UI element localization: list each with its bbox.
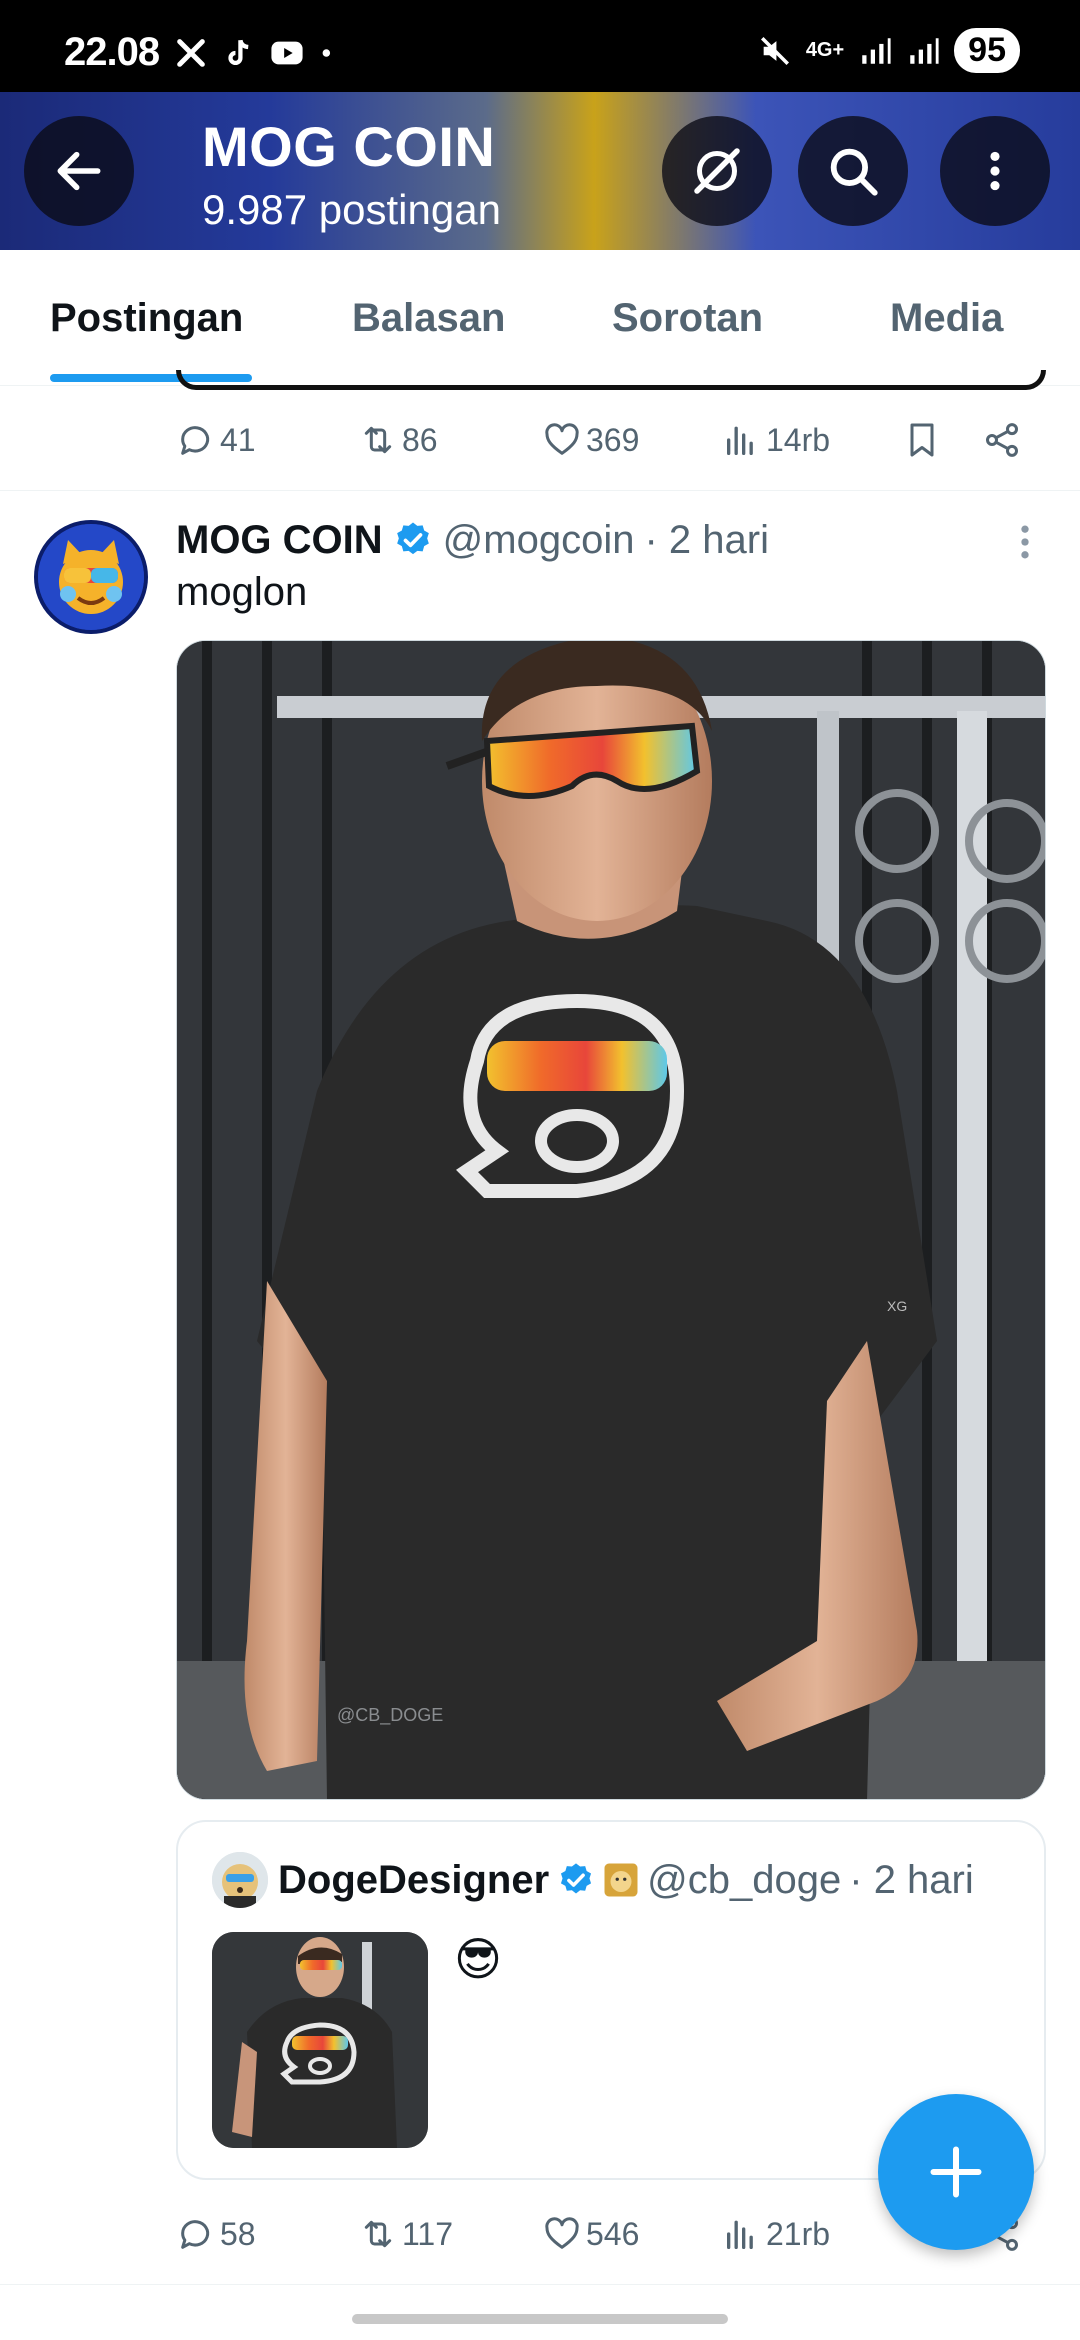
quote-thumbnail[interactable]	[212, 1932, 428, 2148]
views-chart-icon	[727, 426, 753, 455]
reply-icon	[181, 426, 210, 455]
views-button[interactable]: 14rb	[722, 410, 830, 470]
post-author-handle[interactable]: @mogcoin	[443, 518, 635, 563]
status-time: 22.08	[64, 30, 160, 74]
like-count: 369	[586, 421, 640, 458]
close-x-icon	[177, 39, 205, 67]
repost-button[interactable]: 117	[358, 2204, 453, 2264]
heart-icon	[545, 423, 579, 455]
home-indicator[interactable]	[352, 2314, 728, 2324]
sleeve-text: XG	[887, 1298, 907, 1314]
quote-author-handle[interactable]: @cb_doge	[647, 1858, 841, 1903]
share-button[interactable]	[982, 410, 1022, 470]
repost-button[interactable]: 86	[358, 410, 438, 470]
compose-post-button[interactable]	[878, 2094, 1034, 2250]
post-photo[interactable]: XG @CB_DOGE	[176, 640, 1046, 1800]
avatar[interactable]	[34, 520, 148, 634]
signal-icon	[862, 37, 891, 64]
cat-avatar-icon	[38, 524, 144, 630]
views-button[interactable]: 21rb	[722, 2204, 830, 2264]
views-chart-icon	[727, 2220, 753, 2249]
back-button[interactable]	[24, 116, 134, 226]
page-title: MOG COIN	[202, 115, 496, 178]
reply-count: 41	[220, 421, 256, 458]
quote-avatar	[212, 1852, 268, 1908]
network-type: 4G+	[805, 39, 845, 61]
profile-tabs: Postingan Balasan Sorotan Media	[0, 250, 1080, 386]
post-author-name[interactable]: MOG COIN	[176, 518, 383, 563]
tab-sorotan[interactable]: Sorotan	[612, 296, 763, 341]
doge-avatar-icon	[212, 1852, 268, 1908]
views-count: 14rb	[766, 421, 831, 458]
post-divider	[0, 2284, 1080, 2285]
youtube-icon	[271, 41, 303, 65]
signal-icon-2	[910, 37, 939, 64]
like-button[interactable]: 369	[542, 410, 639, 470]
quote-header: DogeDesigner @cb_doge · 2 hari	[278, 1852, 974, 1908]
like-button[interactable]: 546	[542, 2204, 639, 2264]
bookmark-icon	[910, 423, 934, 457]
quote-author-name[interactable]: DogeDesigner	[278, 1858, 549, 1903]
previous-post-actions: 41 86 369 14rb	[176, 410, 1036, 470]
photo-watermark: @CB_DOGE	[337, 1705, 443, 1726]
dot-icon	[322, 49, 331, 57]
mute-icon	[760, 36, 789, 65]
repost-count: 117	[402, 2215, 454, 2252]
verified-badge-icon	[561, 1863, 592, 1894]
profile-header: MOG COIN 9.987 postingan	[0, 92, 1080, 250]
post-more-icon[interactable]	[1010, 520, 1040, 564]
more-options-button[interactable]	[940, 116, 1050, 226]
views-count: 21rb	[766, 2215, 831, 2252]
tiktok-icon	[228, 39, 249, 66]
tab-postingan[interactable]: Postingan	[50, 296, 243, 341]
post-header: MOG COIN @mogcoin · 2 hari	[176, 512, 769, 568]
reply-count: 58	[220, 2215, 256, 2252]
quote-text: 😎	[454, 1933, 502, 1985]
man-with-rainbow-sunglasses-image: XG @CB_DOGE	[177, 641, 1045, 1799]
reply-icon	[181, 2220, 210, 2249]
post-count: 9.987 postingan	[202, 186, 501, 233]
battery-indicator: 95	[954, 28, 1020, 73]
post-timestamp: · 2 hari	[644, 517, 769, 562]
tab-media[interactable]: Media	[890, 296, 1003, 341]
status-bar: 22.08 4G+ 95	[0, 0, 1080, 92]
verified-badge-icon	[396, 522, 429, 555]
repost-count: 86	[402, 421, 438, 458]
share-icon	[985, 423, 1019, 457]
like-count: 546	[586, 2215, 640, 2252]
man-with-rainbow-sunglasses-thumbnail	[212, 1932, 428, 2148]
grok-icon	[694, 148, 740, 194]
vertical-dots-icon	[990, 151, 1000, 191]
search-icon	[830, 148, 878, 196]
search-button[interactable]	[798, 116, 908, 226]
reply-button[interactable]: 41	[176, 410, 256, 470]
doge-affiliate-badge-icon	[604, 1863, 638, 1897]
grok-button[interactable]	[662, 116, 772, 226]
bookmark-button[interactable]	[902, 410, 942, 470]
reply-button[interactable]: 58	[176, 2204, 256, 2264]
tab-balasan[interactable]: Balasan	[352, 296, 505, 341]
heart-icon	[545, 2217, 579, 2249]
arrow-left-icon	[57, 151, 101, 191]
post-divider	[0, 490, 1080, 491]
plus-icon	[930, 2146, 982, 2198]
previous-post-media[interactable]	[176, 370, 1046, 390]
repost-icon	[364, 2220, 392, 2248]
post-text: moglon	[176, 570, 308, 614]
quote-timestamp: · 2 hari	[849, 1857, 974, 1902]
repost-icon	[364, 426, 392, 454]
